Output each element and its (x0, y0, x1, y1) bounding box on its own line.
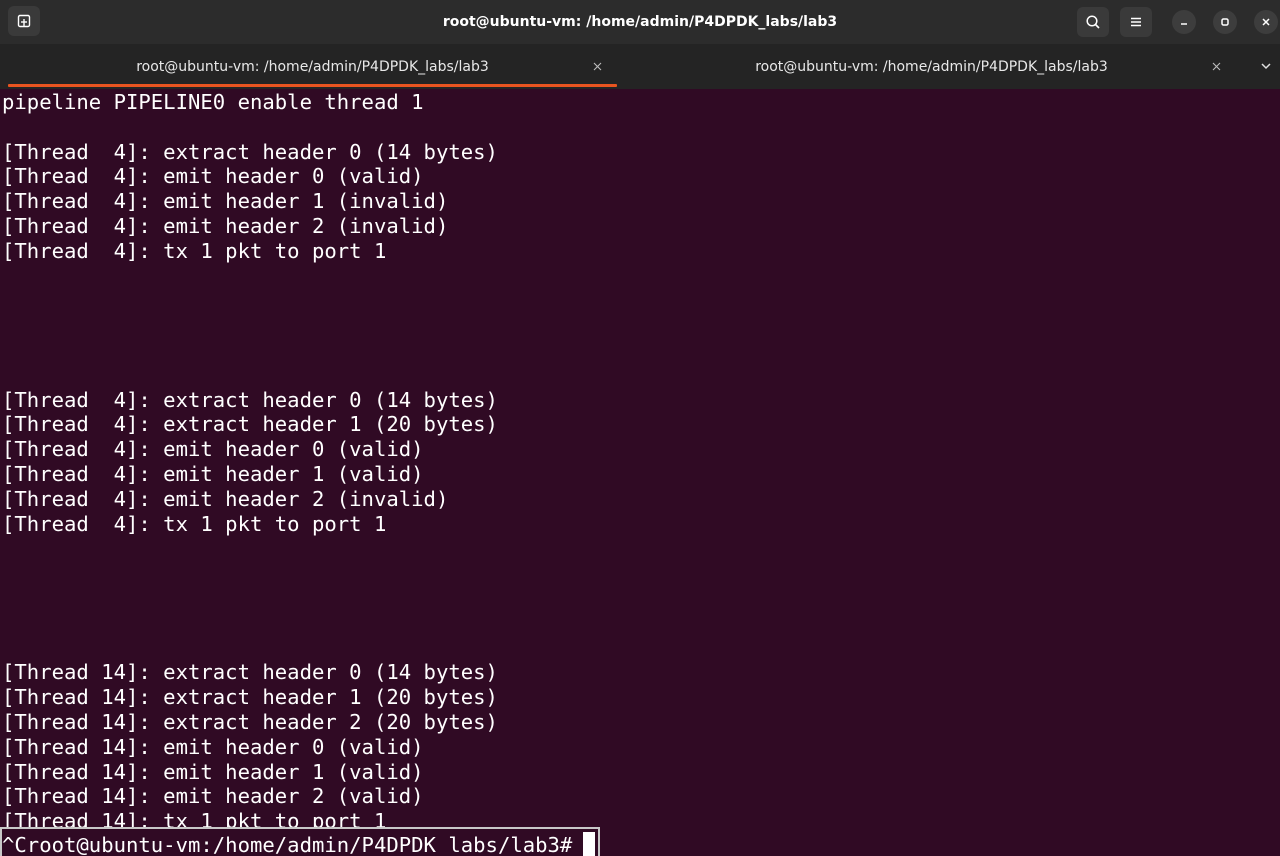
tab-label: root@ubuntu-vm: /home/admin/P4DPDK_labs/… (136, 58, 489, 75)
terminal-line: [Thread 14]: extract header 2 (20 bytes) (2, 710, 498, 734)
terminal-line: [Thread 4]: tx 1 pkt to port 1 (2, 511, 387, 536)
tab-label: root@ubuntu-vm: /home/admin/P4DPDK_labs/… (755, 58, 1108, 75)
header-controls (1077, 0, 1280, 44)
terminal-window: root@ubuntu-vm: /home/admin/P4DPDK_labs/… (0, 0, 1280, 856)
search-button[interactable] (1077, 7, 1109, 37)
close-button[interactable] (1254, 10, 1278, 34)
terminal-line: pipeline PIPELINE0 enable thread 1 (2, 90, 424, 114)
terminal-line: [Thread 14]: emit header 2 (valid) (2, 784, 424, 809)
terminal-line: [Thread 14]: extract header 0 (14 bytes) (2, 660, 498, 685)
close-icon (593, 62, 601, 70)
shell-prompt: ^Croot@ubuntu-vm:/home/admin/P4DPDK_labs… (2, 833, 585, 856)
terminal-line: [Thread 14]: extract header 1 (20 bytes) (2, 685, 498, 710)
search-icon (1086, 15, 1100, 29)
active-tab-indicator (8, 84, 617, 87)
text-cursor (583, 832, 595, 856)
terminal-line: [Thread 4]: emit header 2 (invalid) (2, 214, 449, 238)
tab-2-close-button[interactable] (1208, 58, 1224, 74)
hamburger-menu-icon (1131, 17, 1141, 27)
chevron-down-icon (1261, 63, 1271, 70)
close-icon (1212, 62, 1220, 70)
terminal-line: [Thread 4]: extract header 0 (14 bytes) (2, 139, 498, 164)
maximize-button[interactable] (1213, 10, 1237, 34)
maximize-icon (1221, 18, 1229, 26)
new-tab-button[interactable] (8, 6, 40, 36)
tab-1[interactable]: root@ubuntu-vm: /home/admin/P4DPDK_labs/… (8, 44, 617, 89)
tab-2[interactable]: root@ubuntu-vm: /home/admin/P4DPDK_labs/… (627, 44, 1236, 89)
terminal-line: [Thread 4]: extract header 0 (14 bytes) (2, 387, 498, 412)
close-icon (1262, 18, 1270, 26)
terminal-line: [Thread 4]: emit header 1 (valid) (2, 462, 424, 486)
terminal-line: [Thread 4]: emit header 0 (valid) (2, 437, 424, 462)
tab-bar: root@ubuntu-vm: /home/admin/P4DPDK_labs/… (0, 44, 1280, 89)
terminal-line: [Thread 4]: extract header 1 (20 bytes) (2, 412, 498, 437)
terminal-line: [Thread 14]: emit header 1 (valid) (2, 759, 424, 784)
terminal-line: [Thread 4]: tx 1 pkt to port 1 (2, 238, 387, 263)
tab-1-close-button[interactable] (589, 58, 605, 74)
terminal-line: [Thread 14]: emit header 0 (valid) (2, 734, 424, 759)
tab-overflow-button[interactable] (1258, 58, 1274, 74)
terminal-line: [Thread 4]: emit header 0 (valid) (2, 164, 424, 189)
minimize-button[interactable] (1172, 10, 1196, 34)
terminal-output[interactable]: pipeline PIPELINE0 enable thread 1 [Threa… (0, 89, 1280, 856)
terminal-line: [Thread 4]: emit header 2 (invalid) (2, 486, 449, 511)
new-tab-icon (17, 14, 31, 28)
menu-button[interactable] (1120, 7, 1152, 37)
window-title: root@ubuntu-vm: /home/admin/P4DPDK_labs/… (442, 14, 838, 30)
terminal-line: [Thread 4]: emit header 1 (invalid) (2, 189, 449, 214)
header-bar: root@ubuntu-vm: /home/admin/P4DPDK_labs/… (0, 0, 1280, 44)
minimize-icon (1181, 23, 1187, 25)
